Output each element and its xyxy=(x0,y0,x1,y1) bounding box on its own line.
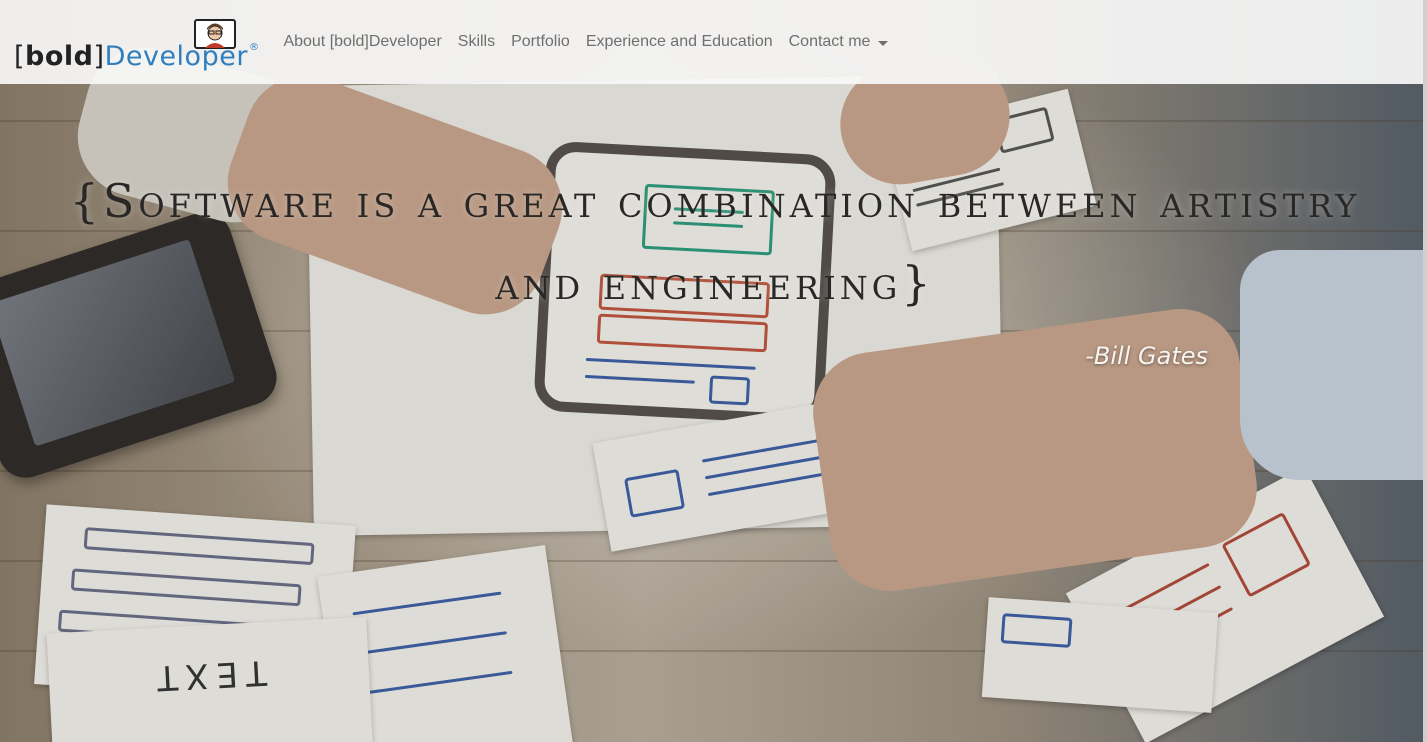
nav-item-about[interactable]: About [bold]Developer xyxy=(283,33,441,51)
brand-logo[interactable]: [bold]Developer® xyxy=(14,12,259,72)
developer-avatar-icon xyxy=(194,19,236,49)
navbar: [bold]Developer® About [bold]Developer S… xyxy=(0,0,1427,84)
brand-bracket-open: [ xyxy=(14,41,26,72)
brand-registered-mark: ® xyxy=(248,42,260,53)
nav-item-skills[interactable]: Skills xyxy=(458,33,495,51)
caret-down-icon xyxy=(878,40,889,46)
nav-item-experience[interactable]: Experience and Education xyxy=(586,33,773,51)
quote-line-1: {Software is a great combination between… xyxy=(69,174,1361,228)
nav-menu: About [bold]Developer Skills Portfolio E… xyxy=(283,33,904,51)
brand-bold-word: bold xyxy=(25,41,94,72)
nav-item-portfolio[interactable]: Portfolio xyxy=(511,33,570,51)
nav-item-contact-label: Contact me xyxy=(788,33,871,50)
hero-background: TEXT xyxy=(0,0,1427,742)
brand-bracket-close: ] xyxy=(93,41,105,72)
quote-author: -Bill Gates xyxy=(1085,342,1208,370)
quote-line-2: and engineering} xyxy=(495,256,935,310)
hero-quote: {Software is a great combination between… xyxy=(20,160,1410,324)
page-scrollbar[interactable] xyxy=(1423,0,1427,742)
nav-item-contact[interactable]: Contact me xyxy=(789,33,889,51)
